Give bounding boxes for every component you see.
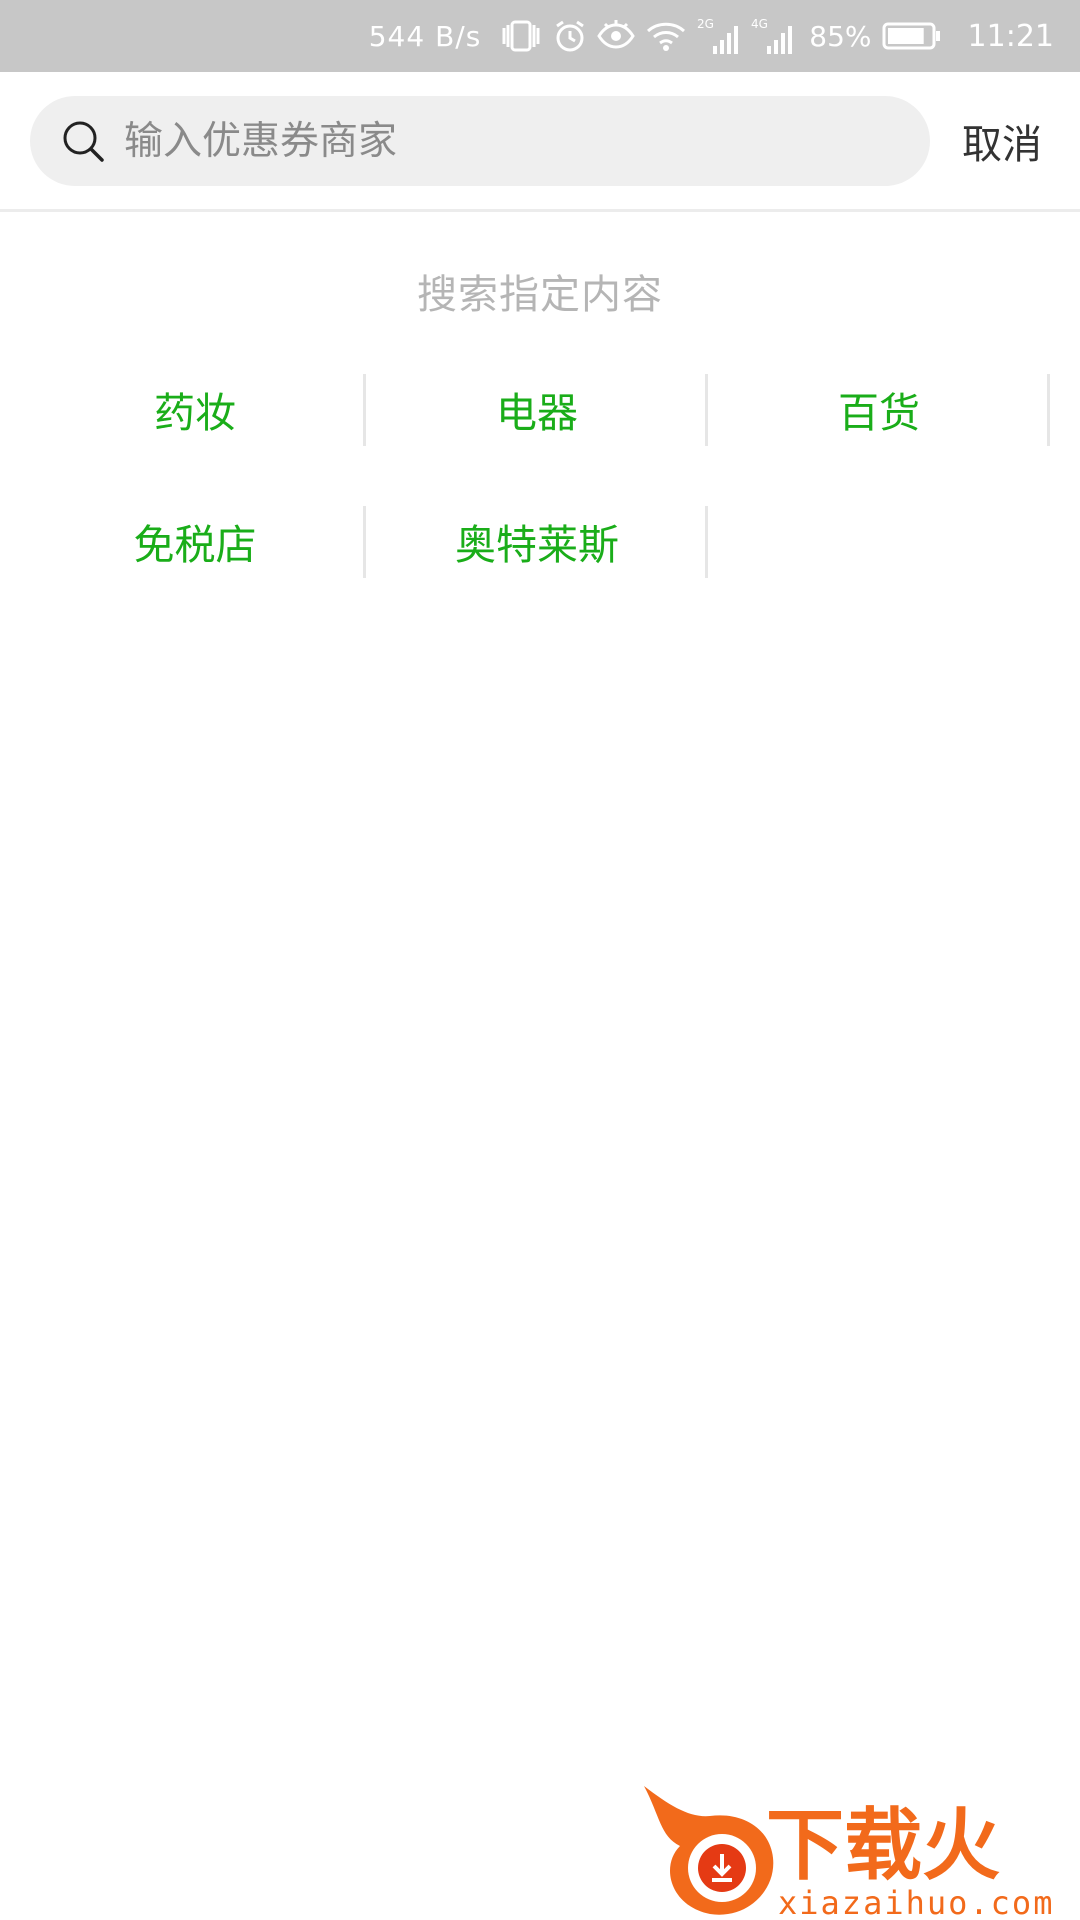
category-item-department-store[interactable]: 百货	[708, 372, 1050, 504]
category-item-cosmetics[interactable]: 药妆	[24, 372, 366, 504]
category-item-outlets[interactable]: 奥特莱斯	[366, 504, 708, 636]
category-item-duty-free[interactable]: 免税店	[24, 504, 366, 636]
search-icon	[63, 121, 104, 162]
category-label: 免税店	[133, 521, 257, 569]
clock: 11:21	[967, 18, 1054, 54]
eye-comfort-icon	[597, 19, 636, 53]
sim1-label: 2G	[697, 17, 714, 31]
battery-icon	[882, 21, 942, 51]
alarm-icon	[553, 19, 587, 53]
status-bar: 544 B/s 2G 4G 85% 11:21	[0, 0, 1080, 72]
vibrate-icon	[499, 19, 543, 53]
divider	[705, 506, 708, 578]
battery-percent: 85%	[809, 19, 872, 53]
watermark-url: xiazaihuo.com	[778, 1884, 1054, 1920]
search-box[interactable]	[30, 96, 930, 186]
category-label: 电器	[496, 389, 578, 437]
category-label: 奥特莱斯	[455, 521, 619, 569]
wifi-icon	[645, 19, 687, 53]
watermark-logo: 下载火 xiazaihuo.com	[644, 1786, 1054, 1920]
sim2-label: 4G	[751, 17, 768, 31]
category-grid: 药妆 电器 百货 免税店 奥特莱斯	[24, 372, 1054, 636]
section-title: 搜索指定内容	[417, 272, 663, 318]
signal-2g-icon: 2G	[697, 16, 741, 56]
search-input[interactable]	[124, 96, 930, 186]
cancel-button[interactable]: 取消	[962, 112, 1042, 170]
category-label: 药妆	[154, 389, 236, 437]
signal-4g-icon: 4G	[751, 16, 795, 56]
watermark-brand: 下载火	[766, 1801, 1000, 1891]
search-header: 取消	[0, 72, 1080, 212]
divider	[1047, 374, 1050, 446]
category-item-appliances[interactable]: 电器	[366, 372, 708, 504]
net-speed: 544 B/s	[368, 19, 482, 53]
category-label: 百货	[838, 389, 920, 437]
